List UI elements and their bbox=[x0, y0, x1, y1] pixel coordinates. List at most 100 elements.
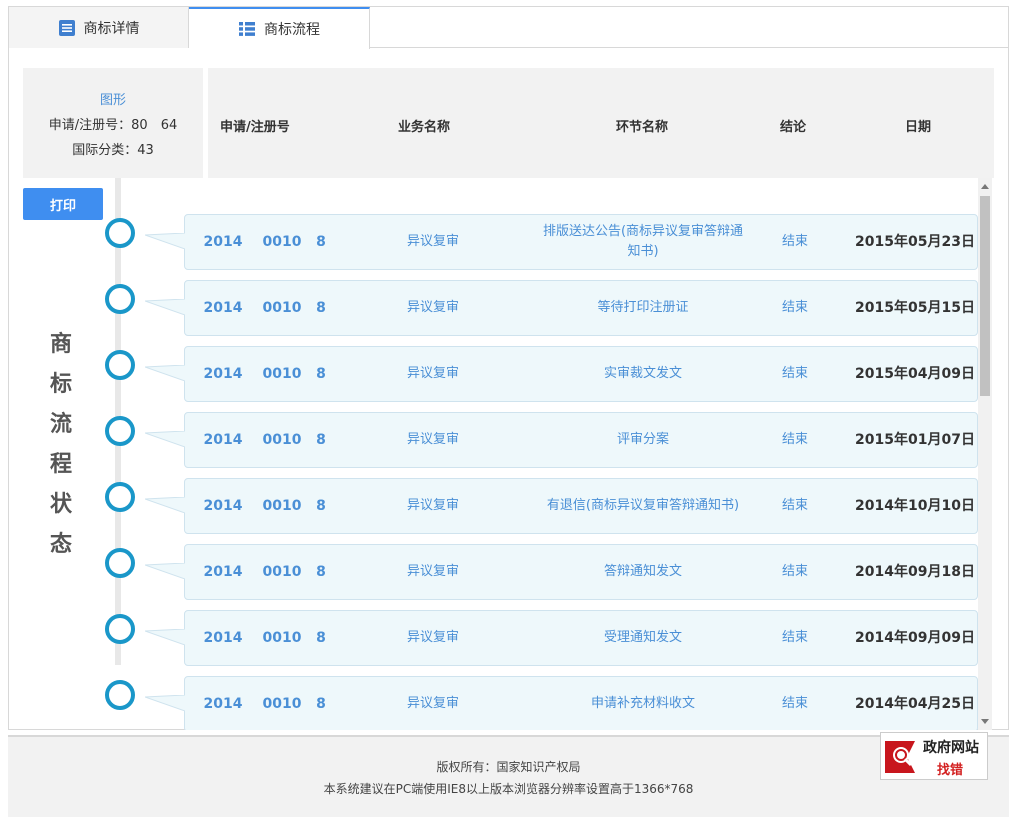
gov-site-error-badge[interactable]: 政府网站 找错 bbox=[880, 732, 988, 780]
business-name: 异议复审 bbox=[406, 366, 459, 381]
reg-no-part-3: 8 bbox=[316, 564, 326, 580]
business-name: 异议复审 bbox=[406, 498, 459, 513]
business-name: 异议复审 bbox=[406, 432, 459, 447]
date: 2015年05月23日 bbox=[855, 234, 975, 250]
list-item: 2014 0010 8 异议复审 答辩通知发文 结束 2014年09月18日 bbox=[145, 544, 978, 600]
copyright: 版权所有：国家知识产权局 bbox=[436, 760, 581, 774]
pointer-arrow bbox=[145, 629, 185, 645]
list-item: 2014 0010 8 异议复审 有退信(商标异议复审答辩通知书) 结束 2014年10月1… bbox=[145, 478, 978, 534]
tab-trademark-details[interactable]: 商标详情 bbox=[9, 7, 189, 48]
step-name: 受理通知发文 bbox=[603, 630, 682, 645]
footer: 版权所有：国家知识产权局 本系统建议在PC端使用IE8以上版本浏览器分辨率设置高… bbox=[8, 735, 1009, 817]
reg-no-part-3: 8 bbox=[316, 498, 326, 514]
reg-no-part-3: 8 bbox=[316, 234, 326, 250]
pointer-arrow bbox=[145, 233, 185, 249]
business-name: 异议复审 bbox=[406, 696, 459, 711]
timeline-node-icon bbox=[105, 218, 135, 248]
main-frame: 商标详情 商标流程 图形 申请/注册号：80 64 国际分类：43 申请/注册号… bbox=[8, 6, 1009, 730]
reg-no-part-3: 8 bbox=[316, 630, 326, 646]
list-item: 2014 0010 8 异议复审 评审分案 结束 2015年01月07日 bbox=[145, 412, 978, 468]
process-list[interactable]: 2014 0010 8 异议复审 排版送达公告(商标异议复审答辩通知书) 结束 2015年0… bbox=[9, 178, 992, 730]
date: 2015年04月09日 bbox=[855, 366, 975, 382]
date: 2015年05月15日 bbox=[855, 300, 975, 316]
business-name: 异议复审 bbox=[406, 300, 459, 315]
header-result: 结论 bbox=[780, 120, 807, 135]
result: 结束 bbox=[781, 300, 808, 315]
list-item: 2014 0010 8 异议复审 申请补充材料收文 结束 2014年04月25日 bbox=[145, 676, 978, 730]
reg-no-part-2: 0010 bbox=[262, 432, 302, 448]
timeline-node-icon bbox=[105, 416, 135, 446]
date: 2014年09月09日 bbox=[855, 630, 975, 646]
table-header: 申请/注册号 业务名称 环节名称 结论 日期 bbox=[208, 68, 994, 178]
reg-no-part-2: 0010 bbox=[262, 234, 302, 250]
step-name: 排版送达公告(商标异议复审答辩通知书) bbox=[542, 224, 744, 259]
tab-bar: 商标详情 商标流程 bbox=[9, 7, 1008, 49]
reg-no-part-1: 2014 bbox=[203, 564, 243, 580]
reg-no-part-1: 2014 bbox=[203, 696, 243, 712]
reg-no-part-1: 2014 bbox=[203, 300, 243, 316]
list-item: 2014 0010 8 异议复审 受理通知发文 结束 2014年09月09日 bbox=[145, 610, 978, 666]
pointer-arrow bbox=[145, 299, 185, 315]
reg-no-part-1: 2014 bbox=[203, 498, 243, 514]
scrollbar[interactable] bbox=[978, 178, 992, 730]
date: 2015年01月07日 bbox=[855, 432, 975, 448]
scroll-thumb[interactable] bbox=[980, 196, 990, 396]
reg-no-part-3: 8 bbox=[316, 432, 326, 448]
reg-no-part-1: 2014 bbox=[203, 234, 243, 250]
tab-label: 商标流程 bbox=[264, 22, 320, 38]
date: 2014年04月25日 bbox=[855, 696, 975, 712]
tab-trademark-process[interactable]: 商标流程 bbox=[189, 7, 370, 49]
header-reg-no: 申请/注册号 bbox=[220, 120, 290, 135]
browser-note: 本系统建议在PC端使用IE8以上版本浏览器分辨率设置高于1366*768 bbox=[323, 782, 694, 796]
international-class: 国际分类：43 bbox=[72, 143, 154, 158]
tab-label: 商标详情 bbox=[83, 20, 140, 37]
timeline-node-icon bbox=[105, 482, 135, 512]
pointer-arrow bbox=[145, 695, 185, 711]
header-date: 日期 bbox=[905, 120, 932, 135]
grid-icon bbox=[239, 22, 255, 36]
pointer-arrow bbox=[145, 365, 185, 381]
list-icon bbox=[58, 19, 75, 36]
list-item: 2014 0010 8 异议复审 等待打印注册证 结束 2015年05月15日 bbox=[145, 280, 978, 336]
reg-no-part-1: 2014 bbox=[203, 366, 243, 382]
result: 结束 bbox=[781, 498, 808, 513]
reg-no-part-1: 2014 bbox=[203, 432, 243, 448]
business-name: 异议复审 bbox=[406, 630, 459, 645]
scroll-up-icon[interactable] bbox=[981, 184, 989, 189]
reg-no-part-2: 0010 bbox=[262, 564, 302, 580]
badge-action: 找错 bbox=[937, 763, 964, 778]
timeline-node-icon bbox=[105, 350, 135, 380]
result: 结束 bbox=[781, 366, 808, 381]
reg-no-part-3: 8 bbox=[316, 696, 326, 712]
result: 结束 bbox=[781, 696, 808, 711]
timeline-node-icon bbox=[105, 680, 135, 710]
reg-no-part-2: 0010 bbox=[262, 300, 302, 316]
result: 结束 bbox=[781, 630, 808, 645]
trademark-info-box: 图形 申请/注册号：80 64 国际分类：43 bbox=[23, 68, 203, 178]
timeline-node-icon bbox=[105, 284, 135, 314]
step-name: 有退信(商标异议复审答辩通知书) bbox=[546, 498, 740, 513]
reg-no-part-3: 8 bbox=[316, 366, 326, 382]
reg-no-part-2: 0010 bbox=[262, 498, 302, 514]
timeline-node-icon bbox=[105, 614, 135, 644]
pointer-arrow bbox=[145, 563, 185, 579]
scroll-down-icon[interactable] bbox=[981, 719, 989, 724]
reg-no-part-1: 2014 bbox=[203, 630, 243, 646]
step-name: 评审分案 bbox=[616, 432, 669, 447]
list-item: 2014 0010 8 异议复审 实审裁文发文 结束 2015年04月09日 bbox=[145, 346, 978, 402]
step-name: 实审裁文发文 bbox=[603, 366, 682, 381]
step-name: 等待打印注册证 bbox=[597, 300, 689, 315]
pointer-arrow bbox=[145, 431, 185, 447]
header-step: 环节名称 bbox=[616, 120, 669, 135]
business-name: 异议复审 bbox=[406, 234, 459, 249]
reg-no-part-2: 0010 bbox=[262, 696, 302, 712]
reg-no-part-2: 0010 bbox=[262, 366, 302, 382]
badge-title: 政府网站 bbox=[923, 740, 979, 756]
header-business: 业务名称 bbox=[398, 120, 451, 135]
pointer-arrow bbox=[145, 497, 185, 513]
reg-no-part-3: 8 bbox=[316, 300, 326, 316]
registration-number: 申请/注册号：80 64 bbox=[48, 118, 178, 133]
figure-label[interactable]: 图形 bbox=[23, 88, 203, 113]
date: 2014年10月10日 bbox=[855, 498, 975, 514]
business-name: 异议复审 bbox=[406, 564, 459, 579]
